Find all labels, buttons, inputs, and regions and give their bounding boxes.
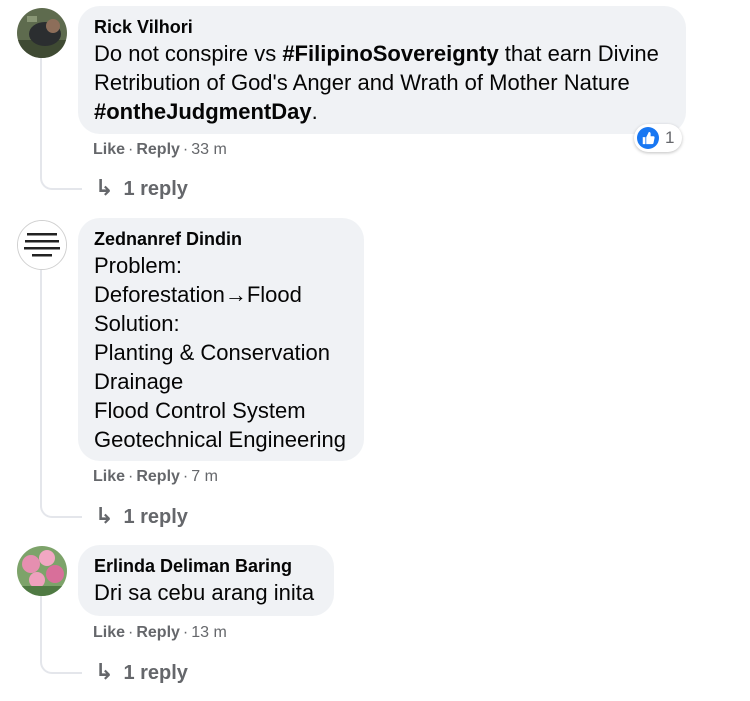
view-replies-link[interactable]: ↳ 1 reply <box>95 176 188 201</box>
thread-connector <box>40 596 82 674</box>
thread-connector <box>40 270 82 518</box>
reaction-count: 1 <box>665 128 675 147</box>
reply-count-label: 1 reply <box>123 662 188 684</box>
comment-actions: Like · Reply · 33 m <box>93 141 227 158</box>
thumbs-up-icon <box>637 127 659 149</box>
avatar[interactable] <box>17 8 67 58</box>
reaction-count-badge[interactable]: 1 <box>634 124 683 152</box>
reply-count-label: 1 reply <box>123 506 188 528</box>
comment-actions: Like · Reply · 13 m <box>93 624 227 641</box>
comment-text-line: Solution: <box>94 311 180 336</box>
reply-arrow-icon: ↳ <box>95 659 114 684</box>
reply-arrow-icon: ↳ <box>95 503 114 528</box>
reply-count-label: 1 reply <box>123 178 188 200</box>
hashtag-link[interactable]: #FilipinoSovereignty <box>282 41 498 66</box>
reply-button[interactable]: Reply <box>136 141 180 158</box>
avatar-photo <box>17 8 67 58</box>
comment-text-line: Do not conspire vs #FilipinoSovereignty … <box>94 41 659 66</box>
comment-text-line: Retribution of God's Anger and Wrath of … <box>94 70 630 95</box>
reply-arrow-icon: ↳ <box>95 175 114 200</box>
comment-text-line: Deforestation→Flood <box>94 282 302 307</box>
like-button[interactable]: Like <box>93 141 125 158</box>
comment-text-line: Drainage <box>94 369 184 394</box>
reply-button[interactable]: Reply <box>136 468 180 485</box>
comment-author[interactable]: Rick Vilhori <box>94 16 670 38</box>
comment-actions: Like · Reply · 7 m <box>93 468 218 485</box>
comment-text-line: #ontheJudgmentDay. <box>94 99 318 124</box>
comment-text-line: Planting & Conservation <box>94 340 331 365</box>
comment-author[interactable]: Zednanref Dindin <box>94 228 348 250</box>
comment-bubble: Zednanref Dindin Problem: Deforestation→… <box>78 218 364 461</box>
comment-author[interactable]: Erlinda Deliman Baring <box>94 555 318 577</box>
view-replies-link[interactable]: ↳ 1 reply <box>95 660 188 685</box>
comment-timestamp[interactable]: 7 m <box>191 468 218 485</box>
comment-timestamp[interactable]: 33 m <box>191 141 227 158</box>
view-replies-link[interactable]: ↳ 1 reply <box>95 504 188 529</box>
hashtag-link[interactable]: #ontheJudgmentDay <box>94 99 312 124</box>
comment-timestamp[interactable]: 13 m <box>191 624 227 641</box>
comment-bubble: Rick Vilhori Do not conspire vs #Filipin… <box>78 6 686 134</box>
comment-text-line: Geotechnical Engineering <box>94 427 346 452</box>
comment-text-line: Problem: <box>94 253 183 278</box>
comment-text-line: Flood Control System <box>94 398 306 423</box>
avatar-photo <box>17 546 67 596</box>
comment-bubble: Erlinda Deliman Baring Dri sa cebu arang… <box>78 545 334 616</box>
comment-text-line: Dri sa cebu arang inita <box>94 580 315 605</box>
avatar-text-image <box>18 221 66 269</box>
thread-connector <box>40 58 82 190</box>
like-button[interactable]: Like <box>93 624 125 641</box>
avatar[interactable] <box>17 220 67 270</box>
avatar[interactable] <box>17 546 67 596</box>
reply-button[interactable]: Reply <box>136 624 180 641</box>
like-button[interactable]: Like <box>93 468 125 485</box>
